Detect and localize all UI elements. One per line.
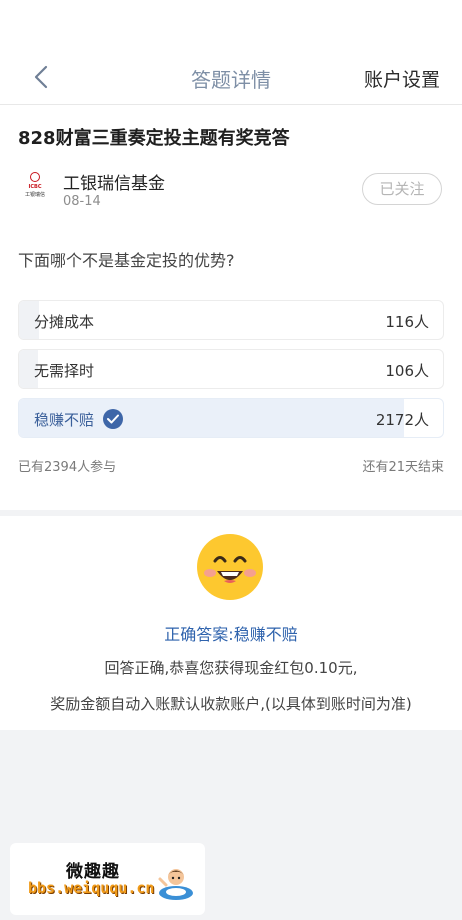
option-1[interactable]: 分摊成本 116人 <box>18 300 444 340</box>
option-count: 2172人 <box>375 411 429 429</box>
reward-note: 奖励金额自动入账默认收款账户,(以具体到账时间为准) <box>50 695 412 713</box>
result-panel: 正确答案:稳赚不赔 回答正确,恭喜您获得现金红包0.10元, 奖励金额自动入账默… <box>0 516 462 730</box>
icbc-emblem-icon <box>30 172 40 182</box>
option-label: 分摊成本 <box>34 313 95 331</box>
post-date: 08-14 <box>63 194 101 209</box>
correct-answer: 正确答案:稳赚不赔 <box>164 625 298 644</box>
swimmer-icon <box>156 863 196 903</box>
check-circle-icon <box>103 409 123 429</box>
question-text: 下面哪个不是基金定投的优势? <box>18 251 235 270</box>
participant-count: 已有2394人参与 <box>18 460 117 475</box>
option-label: 稳赚不赔 <box>34 411 95 429</box>
quiz-title: 828财富三重奏定投主题有奖竞答 <box>18 128 290 149</box>
reward-message: 回答正确,恭喜您获得现金红包0.10元, <box>104 659 358 677</box>
follow-button[interactable]: 已关注 <box>362 173 442 205</box>
logo-text-icbc: ICBC <box>28 184 42 190</box>
org-logo[interactable]: ICBC 工银瑞信 <box>20 172 50 202</box>
option-3[interactable]: 稳赚不赔 2172人 <box>18 398 444 438</box>
watermark: 微趣趣 bbs.weiququ.cn <box>10 843 205 915</box>
smiley-face-icon <box>196 533 264 601</box>
quiz-detail-panel: 答题详情 账户设置 828财富三重奏定投主题有奖竞答 ICBC 工银瑞信 工银瑞… <box>0 0 462 510</box>
time-remaining: 还有21天结束 <box>362 460 444 475</box>
logo-text-cn: 工银瑞信 <box>24 192 45 198</box>
watermark-url: bbs.weiququ.cn <box>28 879 155 897</box>
org-name[interactable]: 工银瑞信基金 <box>63 169 165 194</box>
option-count: 106人 <box>385 362 429 380</box>
option-label: 无需择时 <box>34 362 95 380</box>
account-settings-link[interactable]: 账户设置 <box>364 65 440 92</box>
option-2[interactable]: 无需择时 106人 <box>18 349 444 389</box>
option-count: 116人 <box>385 313 429 331</box>
navigation-bar: 答题详情 账户设置 <box>0 50 462 105</box>
